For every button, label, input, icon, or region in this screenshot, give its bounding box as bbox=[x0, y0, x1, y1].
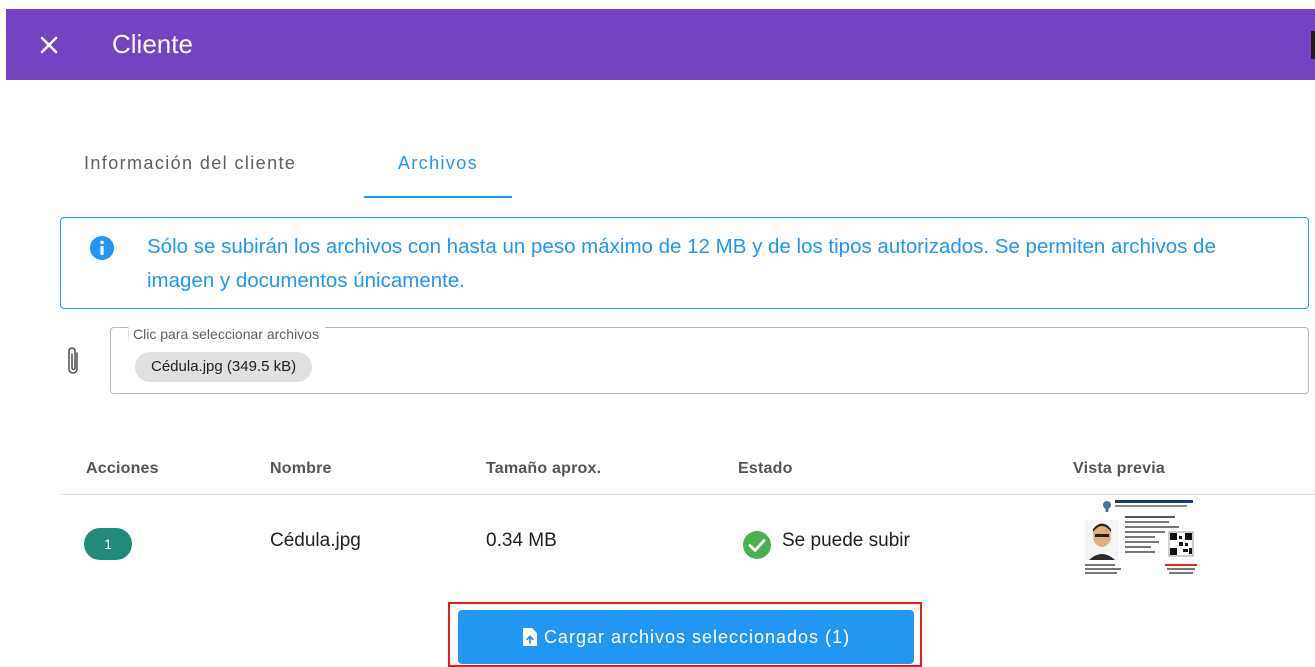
upload-button-label: Cargar archivos seleccionados (1) bbox=[543, 626, 851, 647]
id-card-thumbnail bbox=[1079, 496, 1205, 579]
alert-message: Sólo se subirán los archivos con hasta u… bbox=[147, 235, 1216, 292]
file-size-cell: 0.34 MB bbox=[486, 530, 557, 551]
page-title: Cliente bbox=[112, 29, 193, 59]
upload-selected-files-button[interactable]: Cargar archivos seleccionados (1) bbox=[458, 610, 914, 664]
column-header-nombre: Nombre bbox=[270, 460, 332, 477]
file-name-cell: Cédula.jpg bbox=[270, 530, 361, 551]
column-header-tamano: Tamaño aprox. bbox=[486, 460, 602, 477]
active-tab-indicator bbox=[364, 196, 512, 198]
close-button[interactable] bbox=[36, 32, 62, 58]
paperclip-icon[interactable] bbox=[65, 345, 81, 379]
info-alert: Sólo se subirán los archivos con hasta u… bbox=[60, 217, 1309, 309]
tab-informacion-cliente[interactable]: Información del cliente bbox=[84, 130, 296, 196]
table-divider bbox=[60, 494, 1315, 495]
info-icon bbox=[90, 236, 114, 260]
selected-file-chip[interactable]: Cédula.jpg (349.5 kB) bbox=[135, 352, 313, 382]
column-header-estado: Estado bbox=[738, 460, 793, 477]
check-circle-icon bbox=[743, 531, 771, 559]
row-action-badge[interactable]: 1 bbox=[84, 528, 132, 560]
tab-archivos[interactable]: Archivos bbox=[364, 130, 512, 196]
file-status-cell: Se puede subir bbox=[782, 530, 910, 551]
column-header-vista-previa: Vista previa bbox=[1073, 460, 1165, 477]
appbar-edge bbox=[1311, 31, 1315, 59]
file-upload-icon bbox=[522, 628, 537, 646]
close-icon bbox=[40, 36, 58, 53]
app-bar: Cliente bbox=[6, 9, 1315, 80]
column-header-acciones: Acciones bbox=[86, 460, 159, 477]
file-select-field[interactable]: Clic para seleccionar archivos Cédula.jp… bbox=[110, 326, 1309, 394]
file-select-label: Clic para seleccionar archivos bbox=[128, 326, 325, 342]
